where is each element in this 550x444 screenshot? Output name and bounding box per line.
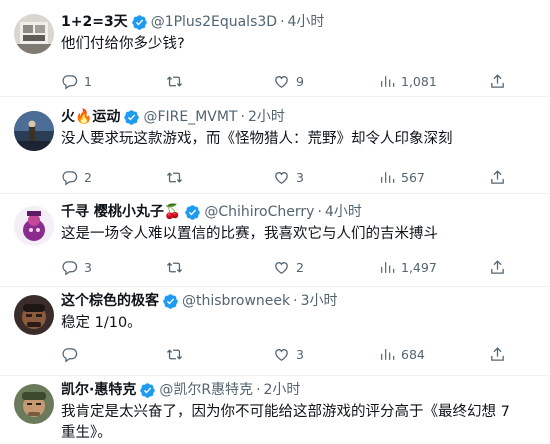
tweet-text: 稳定 1/10。 xyxy=(61,315,142,331)
like-button[interactable]: 2 xyxy=(273,257,304,277)
tweet-text: 他们付给你多少钱? xyxy=(61,36,185,52)
retweet-icon xyxy=(166,348,183,360)
timestamp[interactable]: 2小时 xyxy=(264,380,301,400)
reply-icon xyxy=(62,74,78,89)
separator-dot: · xyxy=(256,382,261,398)
tweet[interactable]: 这个棕色的极客 @thisbrowneek · 3小时 稳定 1/10。 3 6… xyxy=(0,286,550,376)
reply-icon xyxy=(62,170,78,185)
separator-dot: · xyxy=(240,109,245,125)
reply-button[interactable]: 3 xyxy=(61,257,92,277)
tweet-text: 这是一场令人难以置信的比赛，我喜欢它与人们的吉米搏斗 xyxy=(61,226,438,242)
timestamp[interactable]: 3小时 xyxy=(301,291,338,311)
like-count: 3 xyxy=(296,346,304,362)
avatar[interactable] xyxy=(14,206,54,246)
reply-button[interactable]: 1 xyxy=(61,71,92,91)
views-button[interactable]: 684 xyxy=(379,344,425,364)
like-button[interactable]: 3 xyxy=(273,167,304,187)
share-icon xyxy=(491,259,504,274)
separator-dot: · xyxy=(317,204,322,220)
verified-badge-icon xyxy=(139,382,156,399)
views-button[interactable]: 1,081 xyxy=(379,71,437,91)
share-icon xyxy=(491,73,504,88)
handle[interactable]: @thisbrowneek xyxy=(182,291,290,311)
verified-badge-icon xyxy=(184,204,201,221)
share-button[interactable] xyxy=(489,167,506,187)
like-icon xyxy=(275,348,288,361)
share-button[interactable] xyxy=(489,71,506,91)
action-bar: 2 3 567 xyxy=(61,167,538,187)
handle[interactable]: @凯尔R惠特克 xyxy=(159,380,253,400)
views-count: 684 xyxy=(401,346,425,362)
reply-count: 1 xyxy=(84,73,92,89)
retweet-button[interactable] xyxy=(165,167,184,187)
avatar[interactable] xyxy=(14,14,54,54)
separator-dot: · xyxy=(280,14,285,30)
tweet[interactable]: 1+2=3天 @1Plus2Equals3D · 4小时 他们付给你多少钱? 1 xyxy=(0,0,550,97)
avatar[interactable] xyxy=(14,384,54,424)
display-name[interactable]: 凯尔·惠特克 xyxy=(61,380,136,400)
handle[interactable]: @ChihiroCherry xyxy=(204,202,314,222)
like-icon xyxy=(275,75,288,88)
timestamp[interactable]: 4小时 xyxy=(325,202,362,222)
share-icon xyxy=(491,169,504,184)
action-bar: 3 2 1,497 xyxy=(61,257,538,277)
tweet[interactable]: 凯尔·惠特克 @凯尔R惠特克 · 2小时 我肯定是太兴奋了，因为你不可能给这部游… xyxy=(0,376,550,444)
tweet-text: 我肯定是太兴奋了，因为你不可能给这部游戏的评分高于《最终幻想 7 重生》。 xyxy=(61,404,510,441)
display-name[interactable]: 这个棕色的极客 xyxy=(61,291,159,311)
retweet-button[interactable] xyxy=(165,257,184,277)
reply-button[interactable]: 2 xyxy=(61,167,92,187)
timestamp[interactable]: 2小时 xyxy=(248,107,285,127)
share-button[interactable] xyxy=(489,257,506,277)
verified-badge-icon xyxy=(162,293,179,310)
display-name[interactable]: 千寻 樱桃小丸子🍒 xyxy=(61,202,181,222)
like-button[interactable]: 9 xyxy=(273,71,304,91)
share-button[interactable] xyxy=(489,344,506,364)
verified-badge-icon xyxy=(123,109,140,126)
views-count: 1,497 xyxy=(401,259,437,275)
views-button[interactable]: 1,497 xyxy=(379,257,437,277)
views-count: 1,081 xyxy=(401,73,437,89)
retweet-icon xyxy=(166,261,183,273)
display-name[interactable]: 1+2=3天 xyxy=(61,12,128,32)
reply-button[interactable] xyxy=(61,344,84,364)
tweet[interactable]: 千寻 樱桃小丸子🍒 @ChihiroCherry · 4小时 这是一场令人难以置… xyxy=(0,194,550,286)
like-count: 3 xyxy=(296,169,304,185)
views-icon xyxy=(381,75,395,87)
retweet-button[interactable] xyxy=(165,344,184,364)
like-count: 2 xyxy=(296,259,304,275)
tweet-feed: 1+2=3天 @1Plus2Equals3D · 4小时 他们付给你多少钱? 1 xyxy=(0,0,550,444)
like-count: 9 xyxy=(296,73,304,89)
handle[interactable]: @1Plus2Equals3D xyxy=(151,12,277,32)
views-count: 567 xyxy=(401,169,425,185)
like-icon xyxy=(275,261,288,274)
separator-dot: · xyxy=(293,293,298,309)
views-icon xyxy=(381,261,395,273)
avatar[interactable] xyxy=(14,111,54,151)
tweet[interactable]: 火🔥运动 @FIRE_MVMT · 2小时 没人要求玩这款游戏，而《怪物猎人：荒… xyxy=(0,97,550,194)
timestamp[interactable]: 4小时 xyxy=(288,12,325,32)
views-icon xyxy=(381,171,395,183)
reply-icon xyxy=(62,347,78,362)
retweet-icon xyxy=(166,171,183,183)
action-bar: 1 9 1,081 xyxy=(61,71,538,91)
like-icon xyxy=(275,171,288,184)
retweet-icon xyxy=(166,75,183,87)
action-bar: 3 684 xyxy=(61,344,538,364)
reply-count: 2 xyxy=(84,169,92,185)
retweet-button[interactable] xyxy=(165,71,184,91)
handle[interactable]: @FIRE_MVMT xyxy=(143,107,237,127)
views-button[interactable]: 567 xyxy=(379,167,425,187)
display-name[interactable]: 火🔥运动 xyxy=(61,107,120,127)
reply-icon xyxy=(62,260,78,275)
verified-badge-icon xyxy=(131,14,148,31)
views-icon xyxy=(381,348,395,360)
avatar[interactable] xyxy=(14,295,54,335)
like-button[interactable]: 3 xyxy=(273,344,304,364)
tweet-text: 没人要求玩这款游戏，而《怪物猎人：荒野》却令人印象深刻 xyxy=(61,131,453,147)
share-icon xyxy=(491,346,504,361)
reply-count: 3 xyxy=(84,259,92,275)
